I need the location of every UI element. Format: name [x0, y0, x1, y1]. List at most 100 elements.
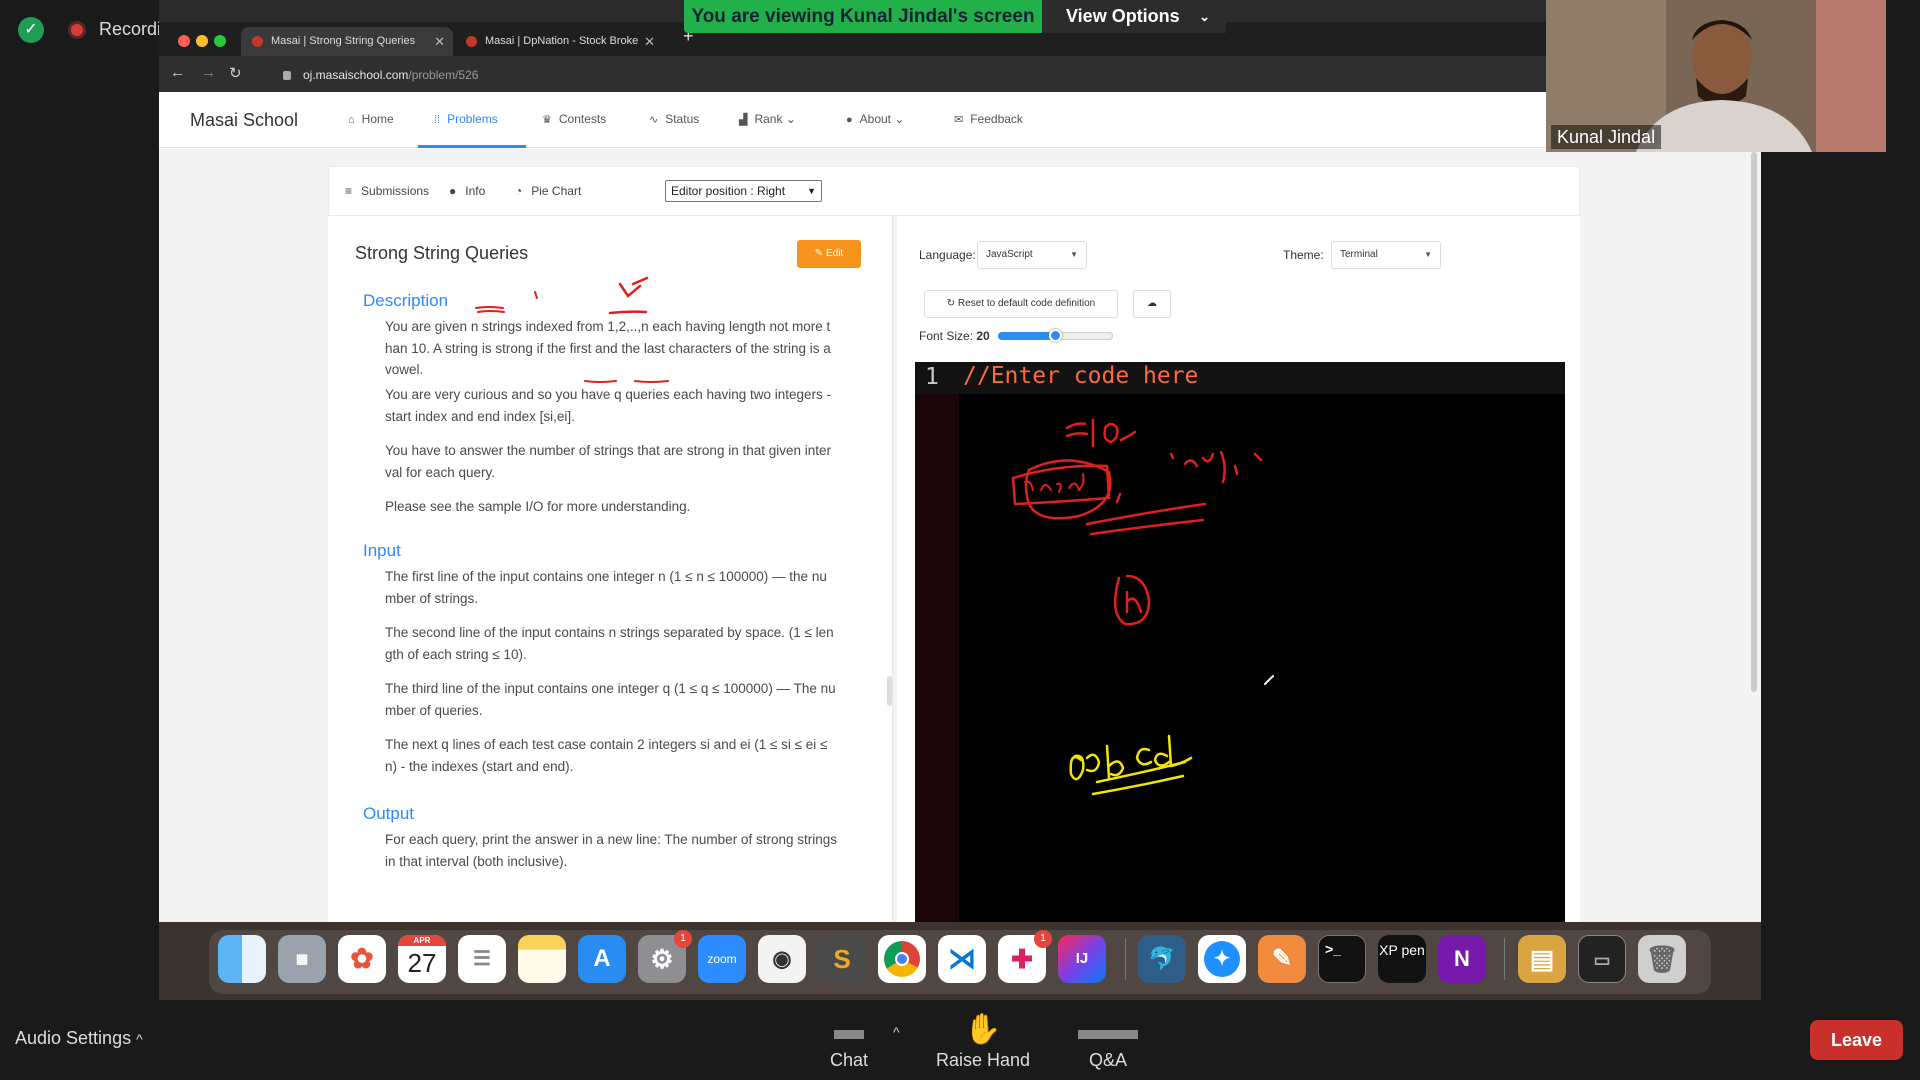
annotation-stroke: [584, 380, 617, 383]
annotation-stroke: [534, 291, 538, 299]
home-icon: ⌂: [348, 114, 355, 126]
nav-status[interactable]: ∿ Status: [649, 112, 699, 126]
view-options-button[interactable]: View Options ⌄: [1042, 0, 1226, 33]
favicon-icon: [466, 36, 477, 47]
annotation-stroke: [1089, 518, 1205, 536]
browser-tab-active[interactable]: Masai | Strong String Queries ✕: [241, 27, 453, 56]
calendar-month: APR: [398, 935, 446, 946]
theme-value: Terminal: [1340, 249, 1378, 260]
shield-icon[interactable]: ✓: [18, 17, 44, 43]
code-line[interactable]: //Enter code here: [963, 363, 1198, 389]
chevron-down-icon: ⌄: [894, 112, 905, 126]
annotation-stroke: [1169, 450, 1263, 484]
reminders-icon[interactable]: ☰: [458, 935, 506, 983]
site-navbar: Masai School ⌂ Home ⁞⁞ Problems ♛ Contests …: [159, 92, 1761, 148]
annotation-stroke: [477, 310, 505, 313]
browser-tab-title: Masai | Strong String Queries: [271, 35, 416, 47]
nav-problems[interactable]: ⁞⁞ Problems: [434, 112, 498, 126]
shared-screen: Masai | Strong String Queries ✕ Masai | …: [159, 0, 1761, 922]
sketch-pen-icon[interactable]: ✎: [1258, 935, 1306, 983]
nav-feedback[interactable]: ✉ Feedback: [954, 112, 1023, 126]
safari-icon[interactable]: ✦: [1198, 935, 1246, 983]
grid-icon: ⁞⁞: [434, 114, 441, 126]
reload-icon[interactable]: ↻: [229, 64, 242, 82]
info-tab[interactable]: ● Info: [449, 184, 485, 198]
font-size-value: 20: [976, 329, 990, 343]
editor-position-value: Editor position : Right: [671, 184, 786, 198]
list-icon: ≡: [345, 184, 353, 198]
audio-settings-button[interactable]: Audio Settings ^: [15, 1028, 143, 1049]
annotation-stroke: [1264, 675, 1274, 685]
chat-button[interactable]: ▬ Chat: [799, 1010, 899, 1071]
info-icon: ●: [449, 184, 457, 198]
close-tab-icon[interactable]: ✕: [434, 27, 445, 56]
photos-icon[interactable]: ✿: [338, 935, 386, 983]
nav-about[interactable]: ● About ⌄: [846, 112, 904, 126]
lock-icon: [283, 71, 291, 81]
nav-feedback-label: Feedback: [970, 112, 1023, 126]
chrome-icon[interactable]: [878, 935, 926, 983]
back-icon[interactable]: ←: [170, 64, 185, 81]
close-window-icon[interactable]: [178, 35, 190, 47]
intellij-icon[interactable]: IJ: [1058, 935, 1106, 983]
trophy-icon: ♛: [542, 114, 552, 126]
app-store-icon[interactable]: A: [578, 935, 626, 983]
maximize-window-icon[interactable]: [214, 35, 226, 47]
splitter-handle[interactable]: [887, 676, 892, 706]
theme-label: Theme:: [1283, 248, 1324, 262]
theme-select[interactable]: Terminal ▼: [1331, 241, 1441, 269]
dock-separator: [1504, 938, 1505, 980]
reset-code-button[interactable]: ↻ Reset to default code definition: [924, 290, 1118, 318]
nav-rank[interactable]: ▟ Rank ⌄: [739, 112, 796, 126]
downloads-stack-icon[interactable]: ▤: [1518, 935, 1566, 983]
dock-separator: [1125, 938, 1126, 980]
hand-icon: ✋: [964, 1013, 1002, 1046]
annotation-stroke: [1115, 492, 1122, 504]
minimize-window-icon[interactable]: [196, 35, 208, 47]
nav-home[interactable]: ⌂ Home: [348, 112, 394, 126]
chat-icon: ▬: [834, 1013, 864, 1046]
qa-button[interactable]: ▬▬ Q&A: [1058, 1010, 1158, 1071]
zoom-bottom-bar: Audio Settings ^ ▬ Chat ^ ✋ Raise Hand ▬▬ Q…: [0, 1000, 1920, 1080]
chevron-up-icon[interactable]: ^: [893, 1024, 900, 1040]
cyberduck-icon[interactable]: ◉: [758, 935, 806, 983]
onenote-icon[interactable]: N: [1438, 935, 1486, 983]
submissions-label: Submissions: [361, 184, 430, 198]
site-brand[interactable]: Masai School: [190, 110, 298, 131]
desktop-stack-icon[interactable]: ▭: [1578, 935, 1626, 983]
raise-hand-button[interactable]: ✋ Raise Hand: [932, 1010, 1034, 1071]
forward-icon[interactable]: →: [201, 64, 216, 81]
launchpad-icon[interactable]: ▦: [278, 935, 326, 983]
xp-pen-icon[interactable]: XP pen: [1378, 935, 1426, 983]
submissions-tab[interactable]: ≡ Submissions: [345, 184, 429, 198]
font-size-label: Font Size: 20: [919, 329, 990, 343]
language-label: Language:: [919, 248, 976, 262]
pie-chart-tab[interactable]: ◔ Pie Chart: [515, 184, 581, 198]
page-scrollbar[interactable]: [1751, 152, 1757, 692]
view-options-label: View Options: [1066, 6, 1180, 26]
close-tab-icon[interactable]: ✕: [644, 27, 655, 56]
trash-icon[interactable]: 🗑: [1638, 935, 1686, 983]
nav-contests[interactable]: ♛ Contests: [542, 112, 606, 126]
raise-hand-label: Raise Hand: [935, 1050, 1031, 1070]
font-size-label-text: Font Size:: [919, 329, 974, 343]
mysql-workbench-icon[interactable]: 🐬: [1138, 935, 1186, 983]
vscode-icon[interactable]: ⋊: [938, 935, 986, 983]
audio-settings-label: Audio Settings: [15, 1028, 132, 1048]
language-select[interactable]: JavaScript ▼: [977, 241, 1087, 269]
leave-button[interactable]: Leave: [1810, 1020, 1903, 1060]
sublime-text-icon[interactable]: S: [818, 935, 866, 983]
url-field[interactable]: oj.masaischool.com/problem/526: [283, 64, 1083, 86]
editor-position-select[interactable]: Editor position : Right ▼: [665, 180, 822, 202]
code-editor[interactable]: 1 //Enter code here: [915, 362, 1565, 922]
notes-icon[interactable]: [518, 935, 566, 983]
calendar-icon[interactable]: APR 27: [398, 935, 446, 983]
font-size-slider-knob[interactable]: [1049, 329, 1062, 342]
upload-button[interactable]: ☁: [1133, 290, 1171, 318]
zoom-icon[interactable]: zoom: [698, 935, 746, 983]
browser-tab[interactable]: Masai | DpNation - Stock Broke ✕: [455, 27, 663, 56]
finder-icon[interactable]: [218, 935, 266, 983]
nav-status-label: Status: [665, 112, 700, 126]
nav-contests-label: Contests: [558, 112, 607, 126]
terminal-icon[interactable]: >_: [1318, 935, 1366, 983]
